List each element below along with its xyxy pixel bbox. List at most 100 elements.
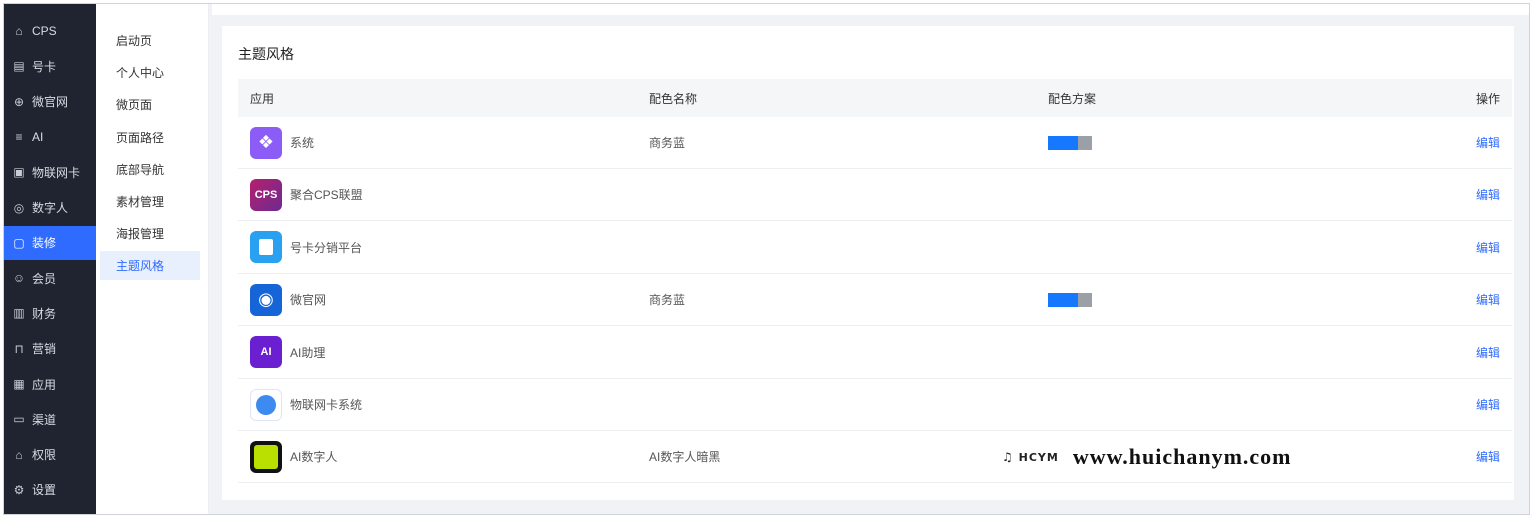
edit-link[interactable]: 编辑 bbox=[1476, 239, 1500, 256]
edit-link[interactable]: 编辑 bbox=[1476, 186, 1500, 203]
app-cell: ❖ 系统 bbox=[250, 126, 315, 159]
app-name: 聚合CPS联盟 bbox=[290, 188, 363, 203]
table-row: 物联网卡系统 编辑 bbox=[238, 379, 1512, 431]
submenu-item-3[interactable]: 页面路径 bbox=[100, 123, 200, 152]
submenu-item-2[interactable]: 微页面 bbox=[100, 90, 200, 119]
sidebar-item-label: 物联网卡 bbox=[32, 165, 81, 180]
sidebar-item-label: 设置 bbox=[32, 483, 57, 498]
monitor-icon: ▭ bbox=[13, 412, 25, 427]
app-name: AI数字人 bbox=[290, 450, 338, 465]
watermark-url: www.huichanym.com bbox=[1072, 444, 1292, 469]
app-window: ⌂ CPS ▤ 号卡 ⊕ 微官网 ≡ AI ▣ 物联网卡 ◎ 数字人 ▢ 装修 ☺ 会员 ▥ 财务 ⊓ 营销 ▦ 应用 ▭ 渠… bbox=[3, 3, 1530, 515]
submenu-item-7[interactable]: 主题风格 bbox=[100, 251, 200, 281]
table-row: ◉ 微官网 商务蓝 编辑 bbox=[238, 274, 1512, 327]
table-row: ❖ 系统 商务蓝 编辑 bbox=[238, 117, 1512, 169]
globe-icon: ⊕ bbox=[13, 94, 25, 109]
gift-icon: ⊓ bbox=[14, 341, 24, 356]
submenu-item-6[interactable]: 海报管理 bbox=[100, 219, 200, 248]
watermark: ♫ HCYM www.huichanym.com bbox=[1002, 444, 1292, 470]
digital-human-icon bbox=[250, 440, 282, 473]
main-sidebar: ⌂ CPS ▤ 号卡 ⊕ 微官网 ≡ AI ▣ 物联网卡 ◎ 数字人 ▢ 装修 ☺ 会员 ▥ 财务 ⊓ 营销 ▦ 应用 ▭ 渠… bbox=[4, 4, 96, 514]
chip-icon: ▣ bbox=[13, 165, 25, 180]
iot-icon bbox=[250, 388, 282, 421]
color-scheme-swatch bbox=[1048, 135, 1092, 150]
sidebar-item-5[interactable]: ◎ 数字人 bbox=[4, 191, 96, 225]
edit-link[interactable]: 编辑 bbox=[1476, 344, 1500, 361]
sidebar-item-13[interactable]: ⚙ 设置 bbox=[4, 473, 96, 507]
cps-icon: CPS bbox=[250, 178, 282, 211]
sidebar-item-label: 会员 bbox=[32, 271, 57, 286]
edit-link[interactable]: 编辑 bbox=[1476, 134, 1500, 151]
app-cell: 号卡分销平台 bbox=[250, 231, 363, 264]
sidebar-item-label: 财务 bbox=[32, 306, 57, 321]
column-header-scheme: 配色方案 bbox=[1048, 91, 1097, 106]
sub-menu: 启动页个人中心微页面页面路径底部导航素材管理海报管理主题风格 bbox=[96, 4, 209, 514]
sidebar-item-12[interactable]: ⌂ 权限 bbox=[4, 438, 96, 472]
lock-icon: ⌂ bbox=[15, 447, 23, 462]
sidebar-item-9[interactable]: ⊓ 营销 bbox=[4, 332, 96, 366]
column-header-op: 操作 bbox=[1475, 91, 1500, 106]
sidebar-item-label: CPS bbox=[32, 24, 57, 38]
member-icon: ☺ bbox=[12, 271, 26, 286]
sidebar-item-label: 装修 bbox=[32, 236, 57, 251]
app-cell: 物联网卡系统 bbox=[250, 388, 363, 421]
sidebar-item-4[interactable]: ▣ 物联网卡 bbox=[4, 155, 96, 189]
sidebar-item-label: 微官网 bbox=[32, 95, 69, 110]
column-header-name: 配色名称 bbox=[649, 91, 698, 106]
gear-icon: ⚙ bbox=[13, 482, 25, 497]
ai-icon: AI bbox=[250, 336, 282, 369]
swatch-secondary bbox=[1078, 135, 1092, 150]
submenu-item-4[interactable]: 底部导航 bbox=[100, 155, 200, 184]
app-name: 微官网 bbox=[290, 293, 327, 308]
edit-link[interactable]: 编辑 bbox=[1476, 291, 1500, 308]
sidebar-item-10[interactable]: ▦ 应用 bbox=[4, 367, 96, 401]
sidebar-item-7[interactable]: ☺ 会员 bbox=[4, 261, 96, 295]
sidebar-item-label: 营销 bbox=[32, 342, 57, 357]
sidebar-item-label: 号卡 bbox=[32, 59, 57, 74]
color-name: 商务蓝 bbox=[649, 136, 686, 150]
app-name: AI助理 bbox=[290, 345, 326, 360]
home-icon: ⌂ bbox=[15, 24, 23, 38]
sidebar-item-label: AI bbox=[32, 129, 44, 144]
submenu-item-1[interactable]: 个人中心 bbox=[100, 58, 200, 87]
swatch-secondary bbox=[1078, 292, 1092, 307]
app-name: 物联网卡系统 bbox=[290, 398, 363, 412]
puzzle-icon: ❖ bbox=[250, 126, 282, 159]
top-bar bbox=[212, 4, 1529, 15]
sidebar-item-label: 渠道 bbox=[32, 412, 57, 427]
sidebar-item-8[interactable]: ▥ 财务 bbox=[4, 296, 96, 330]
watermark-logo: ♫ HCYM bbox=[1002, 450, 1059, 464]
table-row: CPS 聚合CPS联盟 编辑 bbox=[238, 169, 1512, 222]
wallet-icon: ▥ bbox=[13, 306, 25, 321]
edit-link[interactable]: 编辑 bbox=[1476, 396, 1500, 413]
swatch-primary bbox=[1048, 135, 1078, 150]
app-cell: AI数字人 bbox=[250, 440, 338, 473]
sim-icon bbox=[250, 231, 282, 264]
layers-icon: ≡ bbox=[15, 129, 23, 144]
sidebar-item-3[interactable]: ≡ AI bbox=[4, 120, 96, 154]
app-name: 号卡分销平台 bbox=[290, 240, 363, 255]
submenu-item-5[interactable]: 素材管理 bbox=[100, 187, 200, 216]
color-name: AI数字人暗黑 bbox=[649, 450, 721, 465]
sidebar-item-2[interactable]: ⊕ 微官网 bbox=[4, 85, 96, 119]
app-cell: ◉ 微官网 bbox=[250, 283, 327, 316]
paint-icon: ▢ bbox=[13, 235, 25, 250]
sidebar-item-11[interactable]: ▭ 渠道 bbox=[4, 402, 96, 436]
grid-icon: ▦ bbox=[13, 377, 25, 391]
sidebar-item-1[interactable]: ▤ 号卡 bbox=[4, 49, 96, 83]
sidebar-item-0[interactable]: ⌂ CPS bbox=[4, 14, 96, 48]
swatch-primary bbox=[1048, 292, 1078, 307]
edit-link[interactable]: 编辑 bbox=[1476, 448, 1500, 465]
sidebar-item-label: 应用 bbox=[32, 377, 57, 392]
color-name: 商务蓝 bbox=[649, 293, 686, 308]
page-title: 主题风格 bbox=[238, 46, 294, 62]
globe-icon: ◉ bbox=[250, 283, 282, 316]
app-cell: AI AI助理 bbox=[250, 336, 326, 369]
sidebar-item-6[interactable]: ▢ 装修 bbox=[4, 225, 96, 260]
table-header: 应用 配色名称 配色方案 操作 bbox=[238, 79, 1512, 117]
submenu-item-0[interactable]: 启动页 bbox=[100, 26, 200, 55]
theme-card: 主题风格 应用 配色名称 配色方案 操作 ❖ 系统 商务蓝 编辑 CPS 聚合CPS联盟编… bbox=[222, 26, 1514, 500]
app-name: 系统 bbox=[290, 136, 315, 150]
table-row: AI AI助理 编辑 bbox=[238, 327, 1512, 379]
app-cell: CPS 聚合CPS联盟 bbox=[250, 178, 363, 211]
